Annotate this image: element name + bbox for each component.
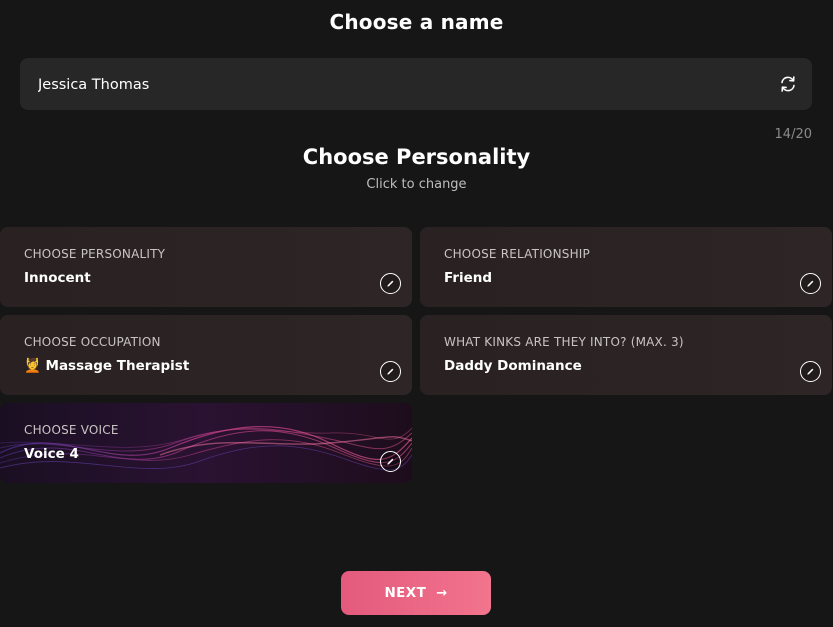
arrow-right-icon: → bbox=[436, 585, 448, 601]
occupation-card-value-row: 💆 Massage Therapist bbox=[24, 358, 189, 374]
edit-icon[interactable] bbox=[800, 273, 821, 294]
personality-card-value: Innocent bbox=[24, 270, 91, 286]
create-character-page: Choose a name 14/20 Choose Personality C… bbox=[0, 0, 833, 627]
edit-icon[interactable] bbox=[380, 361, 401, 382]
next-button-label: NEXT bbox=[384, 585, 427, 601]
name-field-container bbox=[20, 58, 812, 112]
choose-name-title: Choose a name bbox=[329, 10, 504, 34]
click-to-change-subtitle: Click to change bbox=[366, 177, 467, 192]
choose-personality-title: Choose Personality bbox=[302, 145, 531, 169]
relationship-card[interactable]: CHOOSE RELATIONSHIP Friend bbox=[420, 227, 832, 307]
massage-emoji-icon: 💆 bbox=[24, 358, 41, 374]
kinks-card-label: WHAT KINKS ARE THEY INTO? (MAX. 3) bbox=[444, 335, 684, 349]
kinks-card[interactable]: WHAT KINKS ARE THEY INTO? (MAX. 3) Daddy… bbox=[420, 315, 832, 395]
occupation-card-value: Massage Therapist bbox=[45, 358, 190, 374]
occupation-card-label: CHOOSE OCCUPATION bbox=[24, 335, 161, 349]
personality-card-label: CHOOSE PERSONALITY bbox=[24, 247, 166, 261]
refresh-icon[interactable] bbox=[778, 74, 798, 94]
edit-icon[interactable] bbox=[800, 361, 821, 382]
voice-card[interactable]: CHOOSE VOICE Voice 4 bbox=[0, 403, 412, 483]
personality-card[interactable]: CHOOSE PERSONALITY Innocent bbox=[0, 227, 412, 307]
kinks-card-value: Daddy Dominance bbox=[444, 358, 582, 374]
relationship-card-value: Friend bbox=[444, 270, 493, 286]
relationship-card-label: CHOOSE RELATIONSHIP bbox=[444, 247, 590, 261]
occupation-card[interactable]: CHOOSE OCCUPATION 💆 Massage Therapist bbox=[0, 315, 412, 395]
edit-icon[interactable] bbox=[380, 273, 401, 294]
sound-wave-background bbox=[0, 403, 412, 483]
name-input[interactable] bbox=[36, 58, 740, 112]
voice-card-label: CHOOSE VOICE bbox=[24, 423, 119, 437]
voice-card-value: Voice 4 bbox=[24, 446, 79, 462]
next-button[interactable]: NEXT → bbox=[341, 571, 491, 615]
name-character-counter: 14/20 bbox=[774, 127, 812, 142]
edit-icon[interactable] bbox=[380, 451, 401, 472]
